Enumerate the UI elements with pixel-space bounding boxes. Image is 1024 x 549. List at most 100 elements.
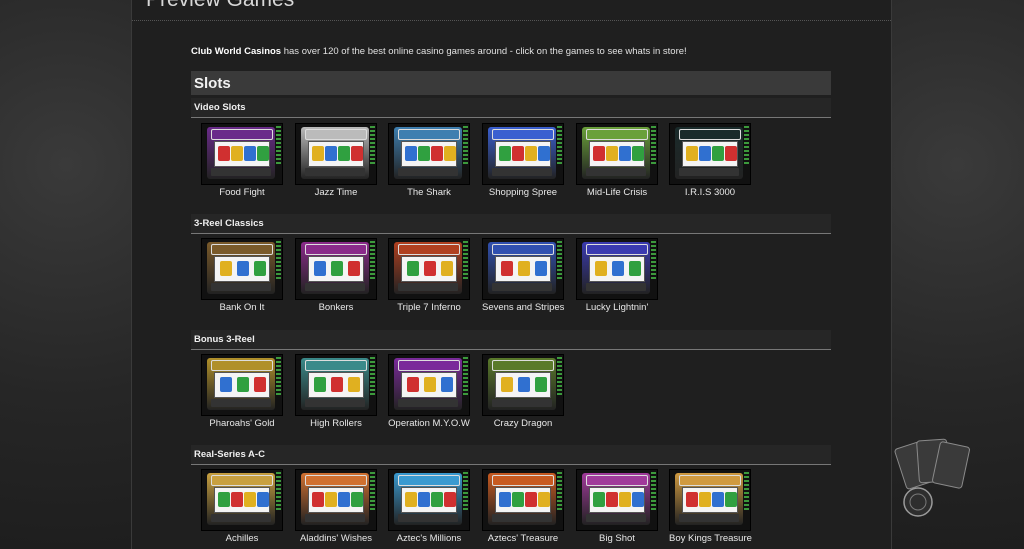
- reel-symbol: [518, 261, 530, 276]
- game-thumbnail[interactable]: [295, 354, 377, 416]
- reel-symbol: [351, 492, 363, 507]
- section-header-slots: Slots: [191, 71, 831, 95]
- game-label[interactable]: Big Shot: [576, 533, 658, 544]
- game-label[interactable]: Triple 7 Inferno: [388, 302, 470, 313]
- game-tile[interactable]: Bank On It: [201, 238, 283, 313]
- game-thumbnail[interactable]: [295, 123, 377, 185]
- game-label[interactable]: Achilles: [201, 533, 283, 544]
- game-thumbnail[interactable]: [576, 123, 658, 185]
- game-thumbnail[interactable]: [388, 238, 470, 300]
- game-label[interactable]: Aztec's Millions: [388, 533, 470, 544]
- game-label[interactable]: Mid-Life Crisis: [576, 187, 658, 198]
- reel-symbol: [725, 492, 737, 507]
- reel-symbol: [312, 146, 324, 161]
- game-thumbnail[interactable]: [576, 238, 658, 300]
- slot-reels: [401, 256, 457, 282]
- game-label[interactable]: Jazz Time: [295, 187, 377, 198]
- game-thumbnail[interactable]: [388, 469, 470, 531]
- slot-side-lights: [370, 357, 375, 397]
- slot-topper: [305, 129, 367, 140]
- slot-topper: [492, 244, 554, 255]
- game-tile[interactable]: High Rollers: [295, 354, 377, 429]
- game-thumbnail[interactable]: [295, 469, 377, 531]
- game-tile[interactable]: Aladdins' Wishes: [295, 469, 377, 544]
- reel-symbol: [405, 146, 417, 161]
- game-tile[interactable]: Food Fight: [201, 123, 283, 198]
- game-label[interactable]: Sevens and Stripes: [482, 302, 564, 313]
- game-label[interactable]: Shopping Spree: [482, 187, 564, 198]
- reel-symbol: [593, 146, 605, 161]
- game-tile[interactable]: Crazy Dragon: [482, 354, 564, 429]
- reel-symbol: [595, 261, 607, 276]
- game-label[interactable]: I.R.I.S 3000: [669, 187, 751, 198]
- reel-symbol: [244, 146, 256, 161]
- reel-symbol: [237, 261, 249, 276]
- game-tile[interactable]: Sevens and Stripes: [482, 238, 564, 313]
- game-tile[interactable]: Mid-Life Crisis: [576, 123, 658, 198]
- slot-topper: [398, 360, 460, 371]
- game-thumbnail[interactable]: [388, 123, 470, 185]
- game-label[interactable]: Pharoahs' Gold: [201, 418, 283, 429]
- reel-symbol: [351, 146, 363, 161]
- reel-symbol: [314, 377, 326, 392]
- game-thumbnail[interactable]: [482, 469, 564, 531]
- slot-reels: [589, 256, 645, 282]
- reel-symbol: [535, 261, 547, 276]
- game-tile[interactable]: Big Shot: [576, 469, 658, 544]
- slot-topper: [492, 129, 554, 140]
- game-thumbnail[interactable]: [576, 469, 658, 531]
- game-tile[interactable]: Pharoahs' Gold: [201, 354, 283, 429]
- game-label[interactable]: Bonkers: [295, 302, 377, 313]
- game-label[interactable]: Lucky Lightnin': [576, 302, 658, 313]
- reel-symbol: [244, 492, 256, 507]
- game-thumbnail[interactable]: [201, 469, 283, 531]
- slot-topper: [398, 244, 460, 255]
- game-tile[interactable]: Aztec's Millions: [388, 469, 470, 544]
- game-thumbnail[interactable]: [295, 238, 377, 300]
- game-label[interactable]: Operation M.Y.O.W: [388, 418, 470, 429]
- game-label[interactable]: High Rollers: [295, 418, 377, 429]
- intro-brand: Club World Casinos: [191, 46, 282, 57]
- game-label[interactable]: Boy Kings Treasure: [669, 533, 752, 544]
- game-tile[interactable]: Jazz Time: [295, 123, 377, 198]
- game-tile[interactable]: Lucky Lightnin': [576, 238, 658, 313]
- game-thumbnail[interactable]: [669, 469, 751, 531]
- game-tile[interactable]: The Shark: [388, 123, 470, 198]
- slot-reels: [214, 141, 270, 167]
- game-label[interactable]: Aladdins' Wishes: [295, 533, 377, 544]
- reel-symbol: [218, 146, 230, 161]
- game-label[interactable]: The Shark: [388, 187, 470, 198]
- game-thumbnail[interactable]: [669, 123, 751, 185]
- game-label[interactable]: Food Fight: [201, 187, 283, 198]
- slot-reels: [401, 141, 457, 167]
- reel-symbol: [501, 377, 513, 392]
- game-thumbnail[interactable]: [388, 354, 470, 416]
- game-tile[interactable]: Shopping Spree: [482, 123, 564, 198]
- slot-topper: [211, 360, 273, 371]
- game-tile[interactable]: Boy Kings Treasure: [669, 469, 752, 544]
- game-label[interactable]: Crazy Dragon: [482, 418, 564, 429]
- game-tile[interactable]: Operation M.Y.O.W: [388, 354, 470, 429]
- game-thumbnail[interactable]: [201, 238, 283, 300]
- game-label[interactable]: Bank On It: [201, 302, 283, 313]
- game-thumbnail[interactable]: [482, 238, 564, 300]
- game-thumbnail[interactable]: [201, 354, 283, 416]
- slot-reels: [495, 372, 551, 398]
- slot-base: [211, 399, 271, 407]
- reel-symbol: [512, 146, 524, 161]
- reel-symbol: [699, 492, 711, 507]
- game-tile[interactable]: I.R.I.S 3000: [669, 123, 751, 198]
- slot-side-lights: [463, 126, 468, 166]
- game-tile[interactable]: Bonkers: [295, 238, 377, 313]
- game-thumbnail[interactable]: [201, 123, 283, 185]
- game-tile[interactable]: Triple 7 Inferno: [388, 238, 470, 313]
- reel-symbol: [405, 492, 417, 507]
- game-tile[interactable]: Aztecs' Treasure: [482, 469, 564, 544]
- game-thumbnail[interactable]: [482, 354, 564, 416]
- slot-topper: [211, 475, 273, 486]
- slot-base: [305, 399, 365, 407]
- game-label[interactable]: Aztecs' Treasure: [482, 533, 564, 544]
- game-thumbnail[interactable]: [482, 123, 564, 185]
- slot-side-lights: [557, 472, 562, 512]
- game-tile[interactable]: Achilles: [201, 469, 283, 544]
